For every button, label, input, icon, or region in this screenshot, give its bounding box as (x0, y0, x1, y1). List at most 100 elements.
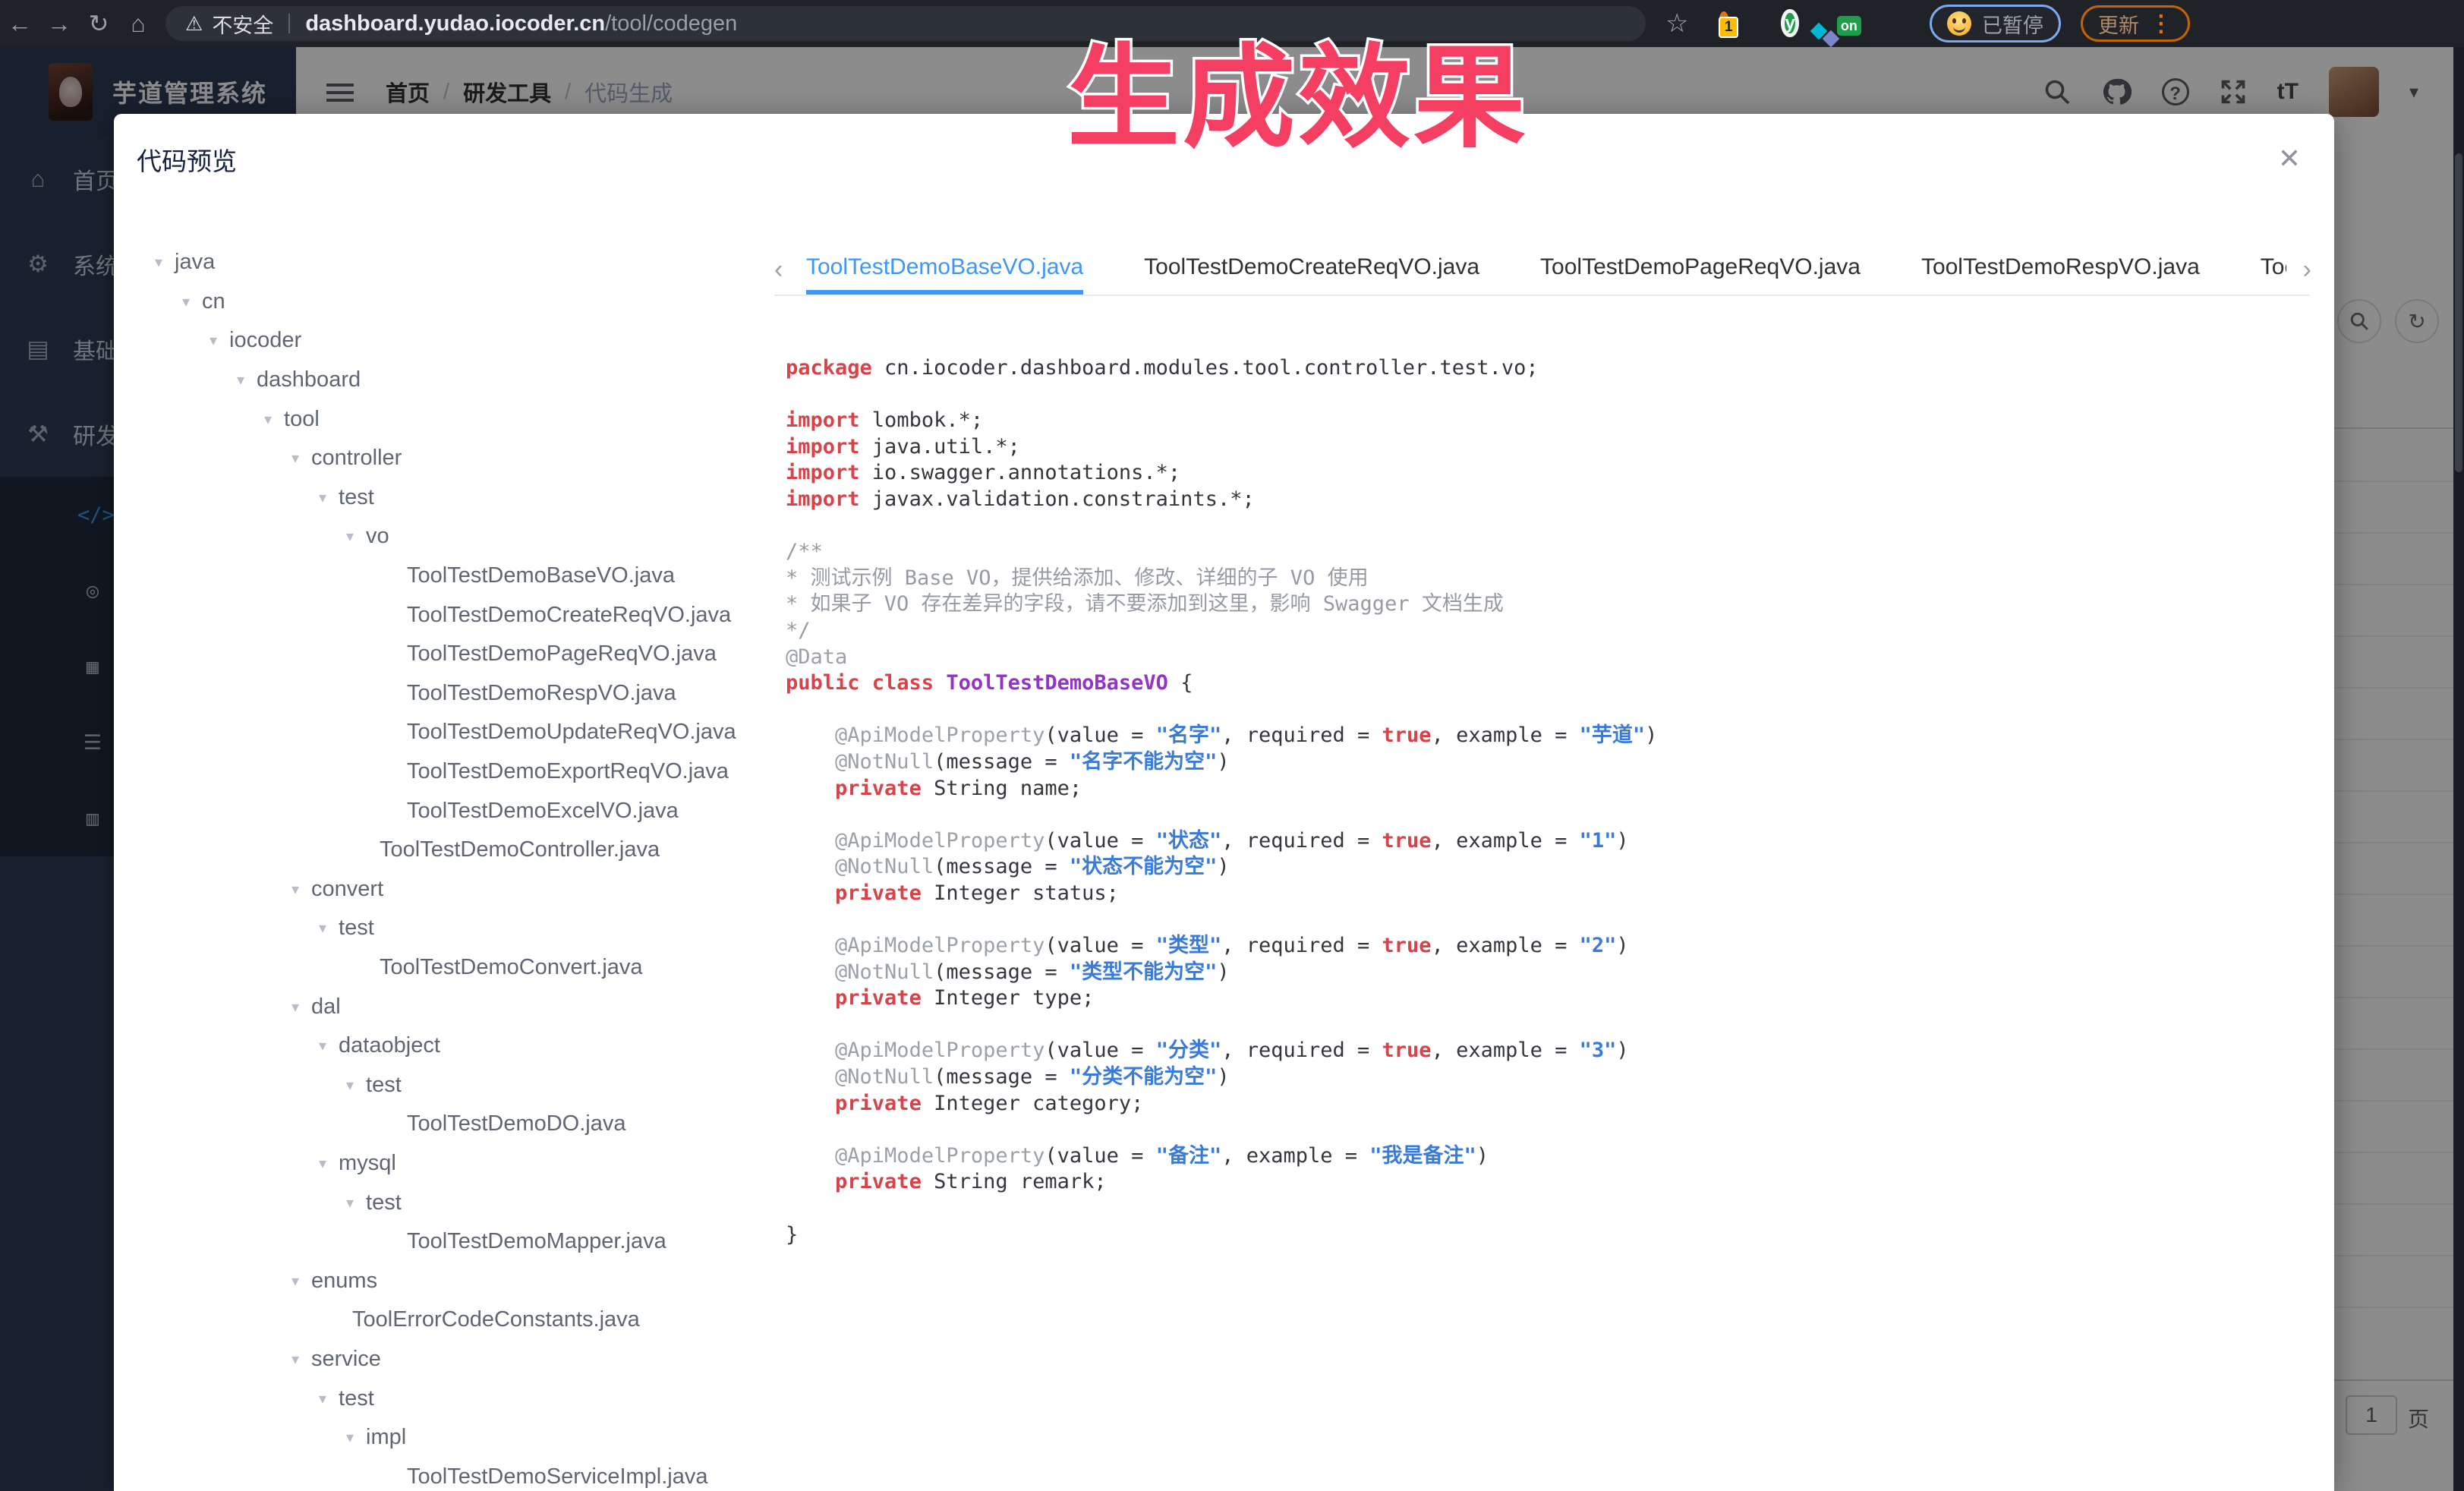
extension-ubuntu-icon[interactable]: 1 (1719, 17, 1729, 30)
tabs-next-icon[interactable]: › (2303, 255, 2311, 285)
code-line: import javax.validation.constraints.*; (786, 487, 1657, 513)
tree-node-test[interactable]: ▾test (137, 478, 759, 518)
tree-node-ToolTestDemoMapper.java[interactable]: ToolTestDemoMapper.java (137, 1222, 759, 1262)
tree-node-cn[interactable]: ▾cn (137, 282, 759, 322)
caret-down-icon[interactable]: ▾ (346, 1428, 354, 1447)
tree-node-service[interactable]: ▾service (137, 1340, 759, 1379)
tree-node-dal[interactable]: ▾dal (137, 987, 759, 1026)
tree-node-tool[interactable]: ▾tool (137, 399, 759, 439)
scrollbar-thumb[interactable] (2455, 153, 2462, 472)
tree-node-ToolTestDemoServiceImpl.java[interactable]: ToolTestDemoServiceImpl.java (137, 1457, 759, 1491)
tree-node-vo[interactable]: ▾ vo (137, 517, 759, 556)
caret-down-icon[interactable]: ▾ (319, 488, 326, 507)
close-icon[interactable]: ✕ (2278, 143, 2301, 175)
tree-node-dashboard[interactable]: ▾dashboard (137, 361, 759, 400)
code-line (786, 697, 1657, 723)
caret-down-icon[interactable]: ▾ (155, 253, 162, 272)
tree-node-label: iocoder (229, 328, 301, 353)
tree-node-java[interactable]: ▾java (137, 243, 759, 282)
caret-down-icon[interactable]: ▾ (346, 527, 354, 546)
tree-node-ToolTestDemoRespVO.java[interactable]: ToolTestDemoRespVO.java (137, 674, 759, 714)
tree-node-ToolTestDemoCreateReqVO.java[interactable]: ToolTestDemoCreateReqVO.java (137, 595, 759, 635)
chrome-update-button[interactable]: 更新 ⋮ (2081, 5, 2190, 42)
paused-label: 已暂停 (1982, 9, 2043, 39)
code-line: @NotNull(message = "名字不能为空") (786, 749, 1657, 776)
page-scrollbar[interactable] (2453, 47, 2464, 1491)
caret-down-icon[interactable]: ▾ (319, 1154, 326, 1173)
code-line (786, 1117, 1657, 1143)
tree-node-ToolTestDemoExcelVO.java[interactable]: ToolTestDemoExcelVO.java (137, 791, 759, 831)
tree-node-ToolTestDemoConvert.java[interactable]: ToolTestDemoConvert.java (137, 948, 759, 988)
caret-down-icon[interactable]: ▾ (319, 1389, 326, 1408)
browser-menu-icon[interactable]: ⋮ (2150, 11, 2173, 37)
tree-node-ToolTestDemoController.java[interactable]: ToolTestDemoController.java (137, 831, 759, 870)
code-line: * 如果子 VO 存在差异的字段，请不要添加到这里，影响 Swagger 文档生… (786, 591, 1657, 618)
code-line: import io.swagger.annotations.*; (786, 460, 1657, 487)
tree-node-ToolErrorCodeConstants.java[interactable]: ToolErrorCodeConstants.java (137, 1300, 759, 1340)
tree-node-ToolTestDemoBaseVO.java[interactable]: ToolTestDemoBaseVO.java (137, 556, 759, 596)
tree-node-ToolTestDemoUpdateReqVO.java[interactable]: ToolTestDemoUpdateReqVO.java (137, 713, 759, 752)
caret-down-icon[interactable]: ▾ (264, 410, 272, 429)
file-tree: ▾java▾cn▾iocoder▾dashboard▾tool▾controll… (137, 243, 759, 1491)
code-line: public class ToolTestDemoBaseVO { (786, 670, 1657, 697)
caret-down-icon[interactable]: ▾ (291, 998, 299, 1017)
tree-node-ToolTestDemoDO.java[interactable]: ToolTestDemoDO.java (137, 1105, 759, 1144)
caret-down-icon[interactable]: ▾ (346, 1193, 354, 1212)
code-line (786, 382, 1657, 408)
tree-node-controller[interactable]: ▾ controller (137, 439, 759, 478)
url-path: /tool/codegen (605, 11, 737, 36)
caret-down-icon[interactable]: ▾ (319, 919, 326, 938)
back-icon[interactable]: ← (0, 10, 39, 38)
tab-ToolTestDemoPageReqVO.java[interactable]: ToolTestDemoPageReqVO.java (1540, 244, 1861, 290)
tree-node-test[interactable]: ▾test (137, 1183, 759, 1222)
profile-paused-chip[interactable]: 已暂停 (1930, 5, 2061, 43)
tab-ToolTestDemoRespVO.java[interactable]: ToolTestDemoRespVO.java (1921, 244, 2200, 290)
code-line (786, 513, 1657, 540)
tab-ToolTestDemoUpdateReqVO.java[interactable]: ToolTestDemoUpdateReqVO.java (2261, 244, 2286, 290)
tree-node-label: enums (311, 1269, 377, 1294)
tree-node-label: controller (311, 446, 402, 471)
tree-node-test[interactable]: ▾test (137, 1379, 759, 1418)
caret-down-icon[interactable]: ▾ (291, 880, 299, 899)
caret-down-icon[interactable]: ▾ (291, 449, 299, 468)
code-line: package cn.iocoder.dashboard.modules.too… (786, 355, 1657, 382)
forward-icon[interactable]: → (39, 10, 79, 38)
tree-node-mysql[interactable]: ▾mysql (137, 1144, 759, 1184)
tree-node-dataobject[interactable]: ▾dataobject (137, 1026, 759, 1066)
tree-node-ToolTestDemoPageReqVO.java[interactable]: ToolTestDemoPageReqVO.java (137, 635, 759, 674)
tabs-strip: ToolTestDemoBaseVO.java ToolTestDemoCreat… (806, 244, 2286, 295)
bookmark-star-icon[interactable]: ☆ (1665, 8, 1688, 39)
code-line: /** (786, 539, 1657, 566)
caret-down-icon[interactable]: ▾ (210, 331, 217, 350)
tree-node-label: vo (366, 524, 389, 549)
tree-node-iocoder[interactable]: ▾ iocoder (137, 321, 759, 361)
code-line: } (786, 1222, 1657, 1249)
tree-node-label: ToolTestDemoUpdateReqVO.java (407, 720, 736, 745)
caret-down-icon[interactable]: ▾ (182, 292, 190, 311)
extension-y-icon[interactable]: y (1781, 8, 1798, 39)
code-line: import lombok.*; (786, 408, 1657, 434)
tab-ToolTestDemoCreateReqVO.java[interactable]: ToolTestDemoCreateReqVO.java (1144, 244, 1479, 290)
caret-down-icon[interactable]: ▾ (319, 1036, 326, 1055)
tree-node-test[interactable]: ▾test (137, 1065, 759, 1105)
code-viewer[interactable]: package cn.iocoder.dashboard.modules.too… (786, 355, 1657, 1248)
code-line: private String remark; (786, 1169, 1657, 1196)
tree-node-convert[interactable]: ▾convert (137, 870, 759, 909)
tree-node-ToolTestDemoExportReqVO.java[interactable]: ToolTestDemoExportReqVO.java (137, 752, 759, 792)
tree-node-test[interactable]: ▾ test (137, 909, 759, 948)
code-line: @ApiModelProperty(value = "名字", required… (786, 723, 1657, 749)
caret-down-icon[interactable]: ▾ (291, 1272, 299, 1291)
tree-node-impl[interactable]: ▾impl (137, 1418, 759, 1458)
caret-down-icon[interactable]: ▾ (291, 1350, 299, 1369)
caret-down-icon[interactable]: ▾ (237, 370, 244, 389)
tree-node-enums[interactable]: ▾ enums (137, 1261, 759, 1300)
reload-icon[interactable]: ↻ (79, 9, 118, 38)
code-line: @NotNull(message = "类型不能为空") (786, 960, 1657, 986)
not-secure-label[interactable]: 不安全 (212, 9, 273, 39)
home-icon[interactable]: ⌂ (118, 10, 158, 38)
tab-ToolTestDemoBaseVO.java[interactable]: ToolTestDemoBaseVO.java (806, 244, 1083, 295)
emoji-face-icon (1947, 11, 1971, 36)
tabs-prev-icon[interactable]: ‹ (774, 255, 783, 285)
caret-down-icon[interactable]: ▾ (346, 1076, 354, 1095)
tree-node-label: test (339, 916, 374, 941)
